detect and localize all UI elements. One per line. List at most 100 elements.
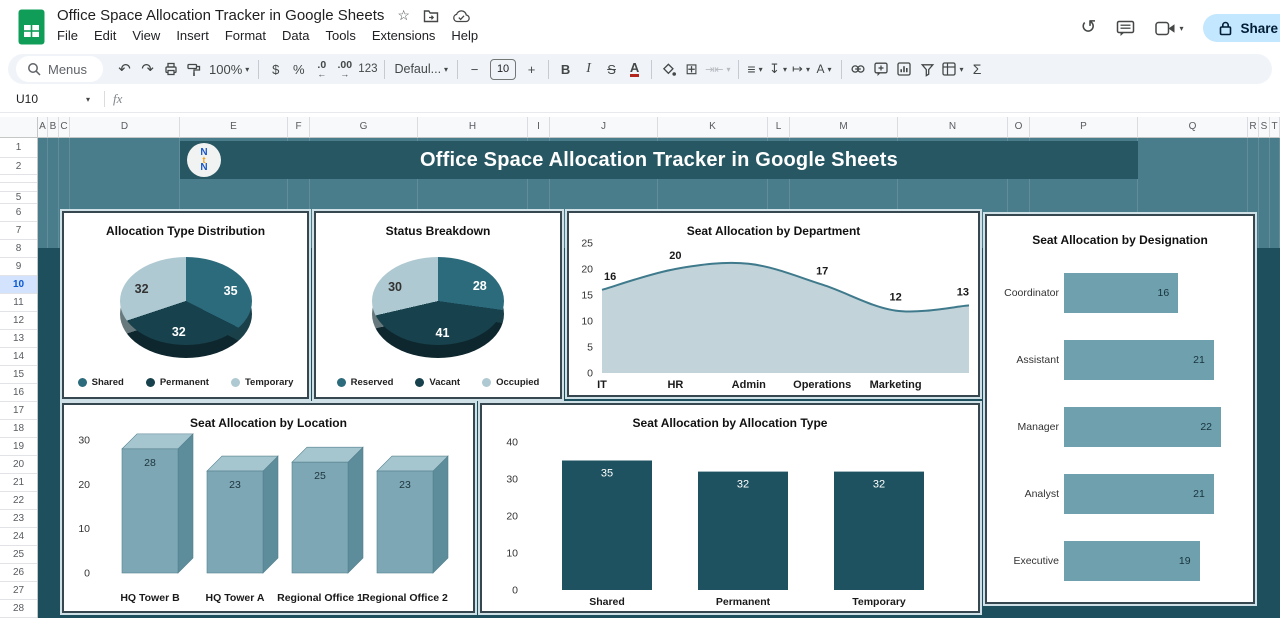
menu-view[interactable]: View <box>125 26 167 45</box>
column-header-F[interactable]: F <box>288 117 310 138</box>
column-header-R[interactable]: R <box>1248 117 1259 138</box>
row-header-22[interactable]: 22 <box>0 492 37 510</box>
menu-extensions[interactable]: Extensions <box>365 26 443 45</box>
functions-button[interactable]: Σ <box>966 57 989 81</box>
row-header-3[interactable] <box>0 175 37 183</box>
column-header-J[interactable]: J <box>550 117 658 138</box>
horizontal-align-button[interactable]: ≡ ▾ <box>744 57 767 81</box>
row-header-25[interactable]: 25 <box>0 546 37 564</box>
row-header-14[interactable]: 14 <box>0 348 37 366</box>
format-percent-button[interactable]: % <box>287 57 310 81</box>
column-header-A[interactable]: A <box>38 117 48 138</box>
video-call-icon[interactable]: ▾ <box>1155 21 1183 36</box>
vertical-align-button[interactable]: ↧ ▾ <box>767 57 790 81</box>
chart-seat-allocation-by-designation[interactable]: Seat Allocation by Designation Coordinat… <box>985 214 1255 604</box>
insert-chart-button[interactable] <box>893 57 916 81</box>
bold-button[interactable]: B <box>554 57 577 81</box>
strikethrough-button[interactable]: S <box>600 57 623 81</box>
column-header-B[interactable]: B <box>48 117 59 138</box>
create-filter-button[interactable] <box>916 57 939 81</box>
menu-tools[interactable]: Tools <box>318 26 362 45</box>
font-select[interactable]: Defaul... ▾ <box>390 57 452 81</box>
column-header-S[interactable]: S <box>1259 117 1270 138</box>
document-title[interactable]: Office Space Allocation Tracker in Googl… <box>57 7 384 24</box>
column-header-M[interactable]: M <box>790 117 898 138</box>
row-header-24[interactable]: 24 <box>0 528 37 546</box>
italic-button[interactable]: I <box>577 57 600 81</box>
column-header-D[interactable]: D <box>70 117 180 138</box>
row-header-12[interactable]: 12 <box>0 312 37 330</box>
share-button[interactable]: Share <box>1203 14 1280 42</box>
comments-icon[interactable] <box>1116 20 1135 37</box>
row-header-27[interactable]: 27 <box>0 582 37 600</box>
version-history-icon[interactable]: ↺ <box>1081 20 1097 36</box>
table-views-button[interactable]: ▾ <box>939 57 966 81</box>
row-header-17[interactable]: 17 <box>0 402 37 420</box>
paint-format-button[interactable] <box>182 57 205 81</box>
chart-seat-allocation-by-department[interactable]: Seat Allocation by Department 2520151050… <box>567 211 980 397</box>
insert-link-button[interactable] <box>847 57 870 81</box>
text-wrap-button[interactable]: ↦ ▾ <box>790 57 813 81</box>
row-header-4[interactable] <box>0 183 37 192</box>
borders-button[interactable]: ⊞ <box>680 57 703 81</box>
chart-seat-allocation-by-allocation-type[interactable]: Seat Allocation by Allocation Type 40302… <box>480 403 980 613</box>
move-folder-icon[interactable] <box>423 9 439 23</box>
name-box[interactable]: U10 ▾ <box>12 92 96 106</box>
column-header-C[interactable]: C <box>59 117 70 138</box>
row-header-6[interactable]: 6 <box>0 204 37 222</box>
chart-allocation-type-distribution[interactable]: Allocation Type Distribution 353232Share… <box>62 211 309 399</box>
video-call-caret-icon[interactable]: ▾ <box>1179 24 1183 33</box>
menu-format[interactable]: Format <box>218 26 273 45</box>
print-button[interactable] <box>159 57 182 81</box>
decrease-decimal-button[interactable]: .0 ← <box>310 57 333 81</box>
column-header-K[interactable]: K <box>658 117 768 138</box>
increase-decimal-button[interactable]: .00 → <box>333 57 356 81</box>
font-size-input[interactable]: 10 <box>490 59 516 80</box>
column-header-O[interactable]: O <box>1008 117 1030 138</box>
row-header-2[interactable]: 2 <box>0 158 37 175</box>
column-header-P[interactable]: P <box>1030 117 1138 138</box>
row-header-1[interactable]: 1 <box>0 138 37 158</box>
text-color-button[interactable]: A <box>623 57 646 81</box>
column-header-T[interactable]: T <box>1270 117 1280 138</box>
text-rotation-button[interactable]: A ▾ <box>813 57 836 81</box>
menu-data[interactable]: Data <box>275 26 316 45</box>
row-header-13[interactable]: 13 <box>0 330 37 348</box>
menu-help[interactable]: Help <box>444 26 485 45</box>
undo-button[interactable]: ↶ <box>113 57 136 81</box>
row-header-26[interactable]: 26 <box>0 564 37 582</box>
row-header-18[interactable]: 18 <box>0 420 37 438</box>
column-header-E[interactable]: E <box>180 117 288 138</box>
column-header-L[interactable]: L <box>768 117 790 138</box>
row-header-28[interactable]: 28 <box>0 600 37 618</box>
row-header-16[interactable]: 16 <box>0 384 37 402</box>
row-header-8[interactable]: 8 <box>0 240 37 258</box>
row-header-11[interactable]: 11 <box>0 294 37 312</box>
fill-color-button[interactable] <box>657 57 680 81</box>
chart-status-breakdown[interactable]: Status Breakdown 284130ReservedVacantOcc… <box>314 211 562 399</box>
decrease-font-size-button[interactable]: − <box>463 57 486 81</box>
column-header-I[interactable]: I <box>528 117 550 138</box>
menu-edit[interactable]: Edit <box>87 26 123 45</box>
merge-cells-button[interactable]: ⇥⇤ ▾ <box>703 57 732 81</box>
zoom-select[interactable]: 100% ▾ <box>205 57 253 81</box>
row-header-15[interactable]: 15 <box>0 366 37 384</box>
row-header-19[interactable]: 19 <box>0 438 37 456</box>
row-header-7[interactable]: 7 <box>0 222 37 240</box>
row-header-21[interactable]: 21 <box>0 474 37 492</box>
menu-file[interactable]: File <box>50 26 85 45</box>
spreadsheet-grid[interactable]: 1256789101112131415161718192021222324252… <box>0 138 1280 618</box>
chart-seat-allocation-by-location[interactable]: Seat Allocation by Location 302010028HQ … <box>62 403 475 613</box>
increase-font-size-button[interactable]: + <box>520 57 543 81</box>
select-all-corner[interactable] <box>0 117 38 138</box>
star-icon[interactable]: ☆ <box>397 7 410 24</box>
row-header-9[interactable]: 9 <box>0 258 37 276</box>
redo-button[interactable]: ↷ <box>136 57 159 81</box>
column-header-Q[interactable]: Q <box>1138 117 1248 138</box>
column-header-H[interactable]: H <box>418 117 528 138</box>
more-formats-button[interactable]: 123 <box>356 57 379 81</box>
menu-insert[interactable]: Insert <box>169 26 216 45</box>
row-header-10[interactable]: 10 <box>0 276 37 294</box>
column-header-N[interactable]: N <box>898 117 1008 138</box>
column-header-G[interactable]: G <box>310 117 418 138</box>
